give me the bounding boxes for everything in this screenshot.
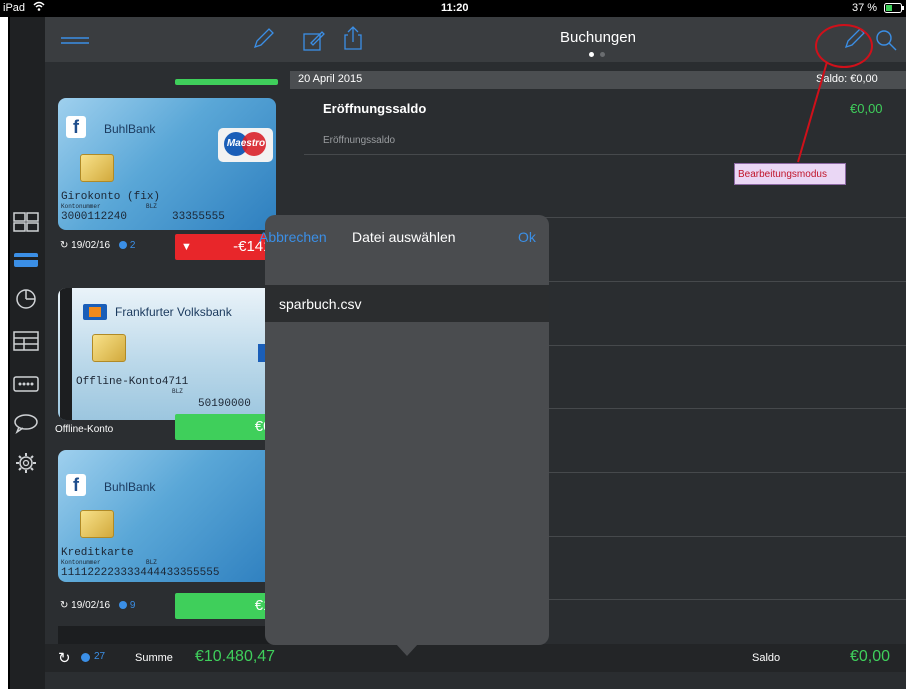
footer-bar: ↻ 27 Summe €10.480,47 Saldo €0,00	[0, 644, 906, 672]
bank-card[interactable]: f BuhlBank Maestro Girokonto (fix) Konto…	[58, 98, 276, 230]
annotation-arrow-line	[797, 61, 828, 163]
page-indicator-active[interactable]	[589, 52, 594, 57]
account-name: Kreditkarte	[61, 547, 134, 559]
badge-count: 2	[129, 240, 136, 251]
card-chip	[92, 334, 126, 362]
card-panel-header	[45, 17, 290, 62]
kontonummer-label: Kontonummer	[61, 559, 101, 566]
pie-chart-icon[interactable]	[12, 287, 40, 311]
ok-button[interactable]: Ok	[518, 229, 536, 245]
blz-label: BLZ	[172, 388, 183, 395]
account-number: 3000112240	[61, 211, 128, 223]
page-title: Buchungen	[560, 29, 636, 46]
sum-label: Summe	[135, 652, 173, 664]
saldo-value: €0,00	[850, 648, 891, 665]
annotation-label: Bearbeitungsmodus	[734, 163, 846, 185]
cancel-button[interactable]: Abbrechen	[259, 229, 327, 245]
wifi-icon	[33, 1, 45, 15]
navigation-rail	[8, 17, 45, 689]
refresh-icon[interactable]: ↻	[60, 240, 68, 251]
status-bar: iPad 11:20 37 %	[0, 0, 906, 17]
badge-count: 9	[129, 600, 136, 611]
account-name: Girokonto (fix)	[61, 191, 161, 203]
card-icon[interactable]	[12, 248, 40, 272]
sync-info: ↻ 19/02/16 9	[60, 600, 135, 611]
account-number: 111122223333444433355555	[61, 567, 220, 579]
kontonummer-label: Kontonummer	[61, 203, 101, 210]
clock: 11:20	[441, 2, 469, 14]
file-picker-popover: Abbrechen Datei auswählen Ok sparbuch.cs…	[259, 215, 549, 645]
pencil-icon[interactable]	[251, 27, 275, 56]
account-card-panel: f BuhlBank Maestro Girokonto (fix) Konto…	[45, 17, 290, 689]
transaction-subtitle: Eröffnungssaldo	[323, 135, 396, 146]
badge-dot-icon	[118, 241, 127, 250]
card-panel-footer: ↻ 27 Summe €10.480,47	[45, 644, 290, 672]
badge-dot-icon	[118, 601, 127, 610]
transaction-amount: €0,00	[850, 101, 883, 116]
sync-info: ↻ 19/02/16 2	[60, 240, 135, 251]
popover-title: Datei auswählen	[352, 229, 456, 245]
account-name: Offline-Konto4711	[76, 376, 189, 388]
sum-value: €10.480,47	[195, 648, 276, 665]
saldo-label: Saldo	[752, 652, 781, 664]
transactions-header: Buchungen	[290, 17, 906, 62]
bank-name: BuhlBank	[104, 480, 156, 494]
sync-date: 19/02/16	[71, 240, 111, 251]
bank-name: BuhlBank	[104, 122, 156, 136]
battery-percent: 37 %	[852, 2, 878, 14]
badge-dot-icon	[81, 653, 90, 662]
blz-label: BLZ	[146, 559, 157, 566]
blz-number: 50190000	[198, 398, 251, 410]
maestro-logo: Maestro	[218, 128, 273, 162]
card-chip	[80, 510, 114, 538]
buhlbank-logo-icon: f	[66, 474, 86, 496]
table-icon[interactable]	[12, 329, 40, 353]
speech-bubble-icon[interactable]	[12, 411, 40, 435]
buhlbank-logo-icon: f	[66, 116, 86, 138]
grid-icon[interactable]	[12, 210, 40, 234]
gear-icon[interactable]	[12, 451, 40, 475]
total-badge-count: 27	[94, 651, 106, 662]
hamburger-menu-icon[interactable]	[60, 35, 90, 53]
card-chip	[80, 154, 114, 182]
main-footer: Saldo €0,00	[290, 644, 906, 672]
bank-name: Frankfurter Volksbank	[115, 305, 232, 319]
account-type: Offline-Konto	[55, 424, 114, 435]
previous-card-balance-bar	[175, 79, 278, 85]
bank-card[interactable]: f BuhlBank Kreditkarte Kontonummer BLZ 1…	[58, 450, 276, 582]
section-date: 20 April 2015	[298, 73, 363, 85]
file-list-item[interactable]: sparbuch.csv	[265, 285, 549, 322]
device-name: iPad	[3, 2, 26, 14]
refresh-icon[interactable]: ↻	[60, 600, 68, 611]
transaction-title: Eröffnungssaldo	[323, 101, 427, 116]
volksbank-logo-icon	[83, 304, 107, 320]
battery-icon	[884, 3, 904, 16]
page-indicator[interactable]	[600, 52, 605, 57]
share-icon[interactable]	[342, 25, 364, 56]
search-icon[interactable]	[874, 28, 898, 57]
down-arrow-icon: ▼	[181, 241, 192, 253]
popover-header: Abbrechen Datei auswählen Ok	[259, 215, 549, 265]
blz-label: BLZ	[146, 203, 157, 210]
sync-date: 19/02/16	[71, 600, 111, 611]
card-shadow-edge	[60, 288, 72, 420]
bank-card[interactable]: Frankfurter Volksbank Offline-Konto4711 …	[58, 288, 276, 420]
refresh-all-icon[interactable]: ↻	[58, 649, 71, 667]
dots-icon[interactable]	[12, 372, 40, 396]
blz-number: 33355555	[172, 211, 225, 223]
compose-icon[interactable]	[302, 28, 326, 57]
popover-arrow	[396, 644, 418, 656]
file-name: sparbuch.csv	[279, 296, 362, 312]
